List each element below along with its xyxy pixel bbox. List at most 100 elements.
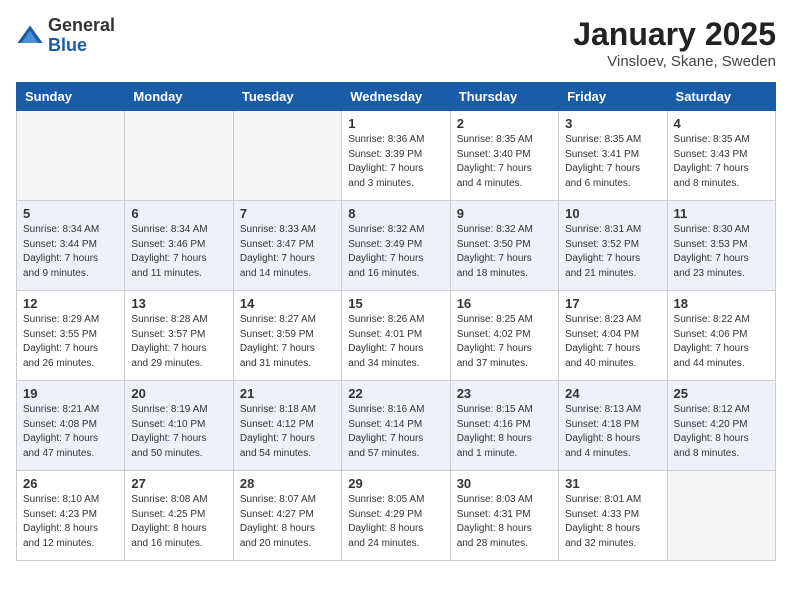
weekday-header-tuesday: Tuesday — [233, 83, 341, 111]
day-number: 20 — [131, 386, 226, 401]
page-header: General Blue January 2025 Vinsloev, Skan… — [16, 16, 776, 70]
day-info: Sunrise: 8:28 AM Sunset: 3:57 PM Dayligh… — [131, 313, 226, 371]
day-info: Sunrise: 8:26 AM Sunset: 4:01 PM Dayligh… — [348, 313, 443, 371]
day-number: 22 — [348, 386, 443, 401]
calendar-cell: 23 Sunrise: 8:15 AM Sunset: 4:16 PM Dayli… — [450, 381, 558, 471]
logo-general: General — [48, 16, 115, 36]
weekday-header-wednesday: Wednesday — [342, 83, 450, 111]
calendar-cell: 12 Sunrise: 8:29 AM Sunset: 3:55 PM Dayli… — [17, 291, 125, 381]
day-number: 17 — [565, 296, 660, 311]
week-row-5: 26Sunrise: 8:10 AM Sunset: 4:23 PM Dayli… — [17, 471, 776, 561]
day-info: Sunrise: 8:05 AM Sunset: 4:29 PM Dayligh… — [348, 493, 443, 551]
week-row-3: 12 Sunrise: 8:29 AM Sunset: 3:55 PM Dayli… — [17, 291, 776, 381]
calendar-cell: 28Sunrise: 8:07 AM Sunset: 4:27 PM Dayli… — [233, 471, 341, 561]
week-row-2: 5 Sunrise: 8:34 AM Sunset: 3:44 PM Daylig… — [17, 201, 776, 291]
month-title: January 2025 — [573, 16, 776, 53]
day-number: 9 — [457, 206, 552, 221]
calendar-cell: 4Sunrise: 8:35 AM Sunset: 3:43 PM Daylig… — [667, 111, 775, 201]
day-info: Sunrise: 8:36 AM Sunset: 3:39 PM Dayligh… — [348, 133, 443, 191]
day-info: Sunrise: 8:21 AM Sunset: 4:08 PM Dayligh… — [23, 403, 118, 461]
calendar-cell — [17, 111, 125, 201]
day-info: Sunrise: 8:19 AM Sunset: 4:10 PM Dayligh… — [131, 403, 226, 461]
calendar-cell: 3 Sunrise: 8:35 AM Sunset: 3:41 PM Daylig… — [559, 111, 667, 201]
day-number: 23 — [457, 386, 552, 401]
day-number: 18 — [674, 296, 769, 311]
calendar: SundayMondayTuesdayWednesdayThursdayFrid… — [16, 82, 776, 561]
day-number: 3 — [565, 116, 660, 131]
day-number: 13 — [131, 296, 226, 311]
calendar-cell: 20 Sunrise: 8:19 AM Sunset: 4:10 PM Dayli… — [125, 381, 233, 471]
day-number: 15 — [348, 296, 443, 311]
day-info: Sunrise: 8:03 AM Sunset: 4:31 PM Dayligh… — [457, 493, 552, 551]
calendar-cell: 26Sunrise: 8:10 AM Sunset: 4:23 PM Dayli… — [17, 471, 125, 561]
day-number: 19 — [23, 386, 118, 401]
day-number: 8 — [348, 206, 443, 221]
calendar-cell: 2Sunrise: 8:35 AM Sunset: 3:40 PM Daylig… — [450, 111, 558, 201]
day-info: Sunrise: 8:18 AM Sunset: 4:12 PM Dayligh… — [240, 403, 335, 461]
calendar-cell: 25 Sunrise: 8:12 AM Sunset: 4:20 PM Dayli… — [667, 381, 775, 471]
calendar-cell: 11 Sunrise: 8:30 AM Sunset: 3:53 PM Dayli… — [667, 201, 775, 291]
calendar-cell: 31 Sunrise: 8:01 AM Sunset: 4:33 PM Dayli… — [559, 471, 667, 561]
day-info: Sunrise: 8:32 AM Sunset: 3:50 PM Dayligh… — [457, 223, 552, 281]
day-info: Sunrise: 8:32 AM Sunset: 3:49 PM Dayligh… — [348, 223, 443, 281]
day-info: Sunrise: 8:10 AM Sunset: 4:23 PM Dayligh… — [23, 493, 118, 551]
day-number: 11 — [674, 206, 769, 221]
calendar-cell: 29 Sunrise: 8:05 AM Sunset: 4:29 PM Dayli… — [342, 471, 450, 561]
location: Vinsloev, Skane, Sweden — [573, 53, 776, 70]
day-number: 6 — [131, 206, 226, 221]
title-block: January 2025 Vinsloev, Skane, Sweden — [573, 16, 776, 70]
calendar-cell: 22Sunrise: 8:16 AM Sunset: 4:14 PM Dayli… — [342, 381, 450, 471]
calendar-cell: 13 Sunrise: 8:28 AM Sunset: 3:57 PM Dayli… — [125, 291, 233, 381]
weekday-header-saturday: Saturday — [667, 83, 775, 111]
day-number: 25 — [674, 386, 769, 401]
calendar-cell: 27 Sunrise: 8:08 AM Sunset: 4:25 PM Dayli… — [125, 471, 233, 561]
day-info: Sunrise: 8:23 AM Sunset: 4:04 PM Dayligh… — [565, 313, 660, 371]
day-number: 30 — [457, 476, 552, 491]
day-number: 21 — [240, 386, 335, 401]
day-number: 4 — [674, 116, 769, 131]
day-number: 29 — [348, 476, 443, 491]
logo-blue: Blue — [48, 36, 115, 56]
calendar-cell: 1Sunrise: 8:36 AM Sunset: 3:39 PM Daylig… — [342, 111, 450, 201]
calendar-cell: 19 Sunrise: 8:21 AM Sunset: 4:08 PM Dayli… — [17, 381, 125, 471]
day-info: Sunrise: 8:12 AM Sunset: 4:20 PM Dayligh… — [674, 403, 769, 461]
calendar-cell: 15 Sunrise: 8:26 AM Sunset: 4:01 PM Dayli… — [342, 291, 450, 381]
day-number: 12 — [23, 296, 118, 311]
day-info: Sunrise: 8:08 AM Sunset: 4:25 PM Dayligh… — [131, 493, 226, 551]
day-number: 16 — [457, 296, 552, 311]
day-number: 31 — [565, 476, 660, 491]
calendar-cell: 14Sunrise: 8:27 AM Sunset: 3:59 PM Dayli… — [233, 291, 341, 381]
day-info: Sunrise: 8:35 AM Sunset: 3:40 PM Dayligh… — [457, 133, 552, 191]
calendar-cell: 18 Sunrise: 8:22 AM Sunset: 4:06 PM Dayli… — [667, 291, 775, 381]
calendar-cell: 9 Sunrise: 8:32 AM Sunset: 3:50 PM Daylig… — [450, 201, 558, 291]
day-number: 24 — [565, 386, 660, 401]
day-info: Sunrise: 8:01 AM Sunset: 4:33 PM Dayligh… — [565, 493, 660, 551]
day-info: Sunrise: 8:31 AM Sunset: 3:52 PM Dayligh… — [565, 223, 660, 281]
calendar-cell: 6Sunrise: 8:34 AM Sunset: 3:46 PM Daylig… — [125, 201, 233, 291]
weekday-header-monday: Monday — [125, 83, 233, 111]
day-info: Sunrise: 8:29 AM Sunset: 3:55 PM Dayligh… — [23, 313, 118, 371]
day-info: Sunrise: 8:35 AM Sunset: 3:41 PM Dayligh… — [565, 133, 660, 191]
calendar-cell: 17 Sunrise: 8:23 AM Sunset: 4:04 PM Dayli… — [559, 291, 667, 381]
calendar-cell — [125, 111, 233, 201]
calendar-cell: 21 Sunrise: 8:18 AM Sunset: 4:12 PM Dayli… — [233, 381, 341, 471]
calendar-cell: 5 Sunrise: 8:34 AM Sunset: 3:44 PM Daylig… — [17, 201, 125, 291]
calendar-cell — [667, 471, 775, 561]
day-info: Sunrise: 8:33 AM Sunset: 3:47 PM Dayligh… — [240, 223, 335, 281]
calendar-cell: 8 Sunrise: 8:32 AM Sunset: 3:49 PM Daylig… — [342, 201, 450, 291]
day-number: 10 — [565, 206, 660, 221]
day-number: 5 — [23, 206, 118, 221]
day-info: Sunrise: 8:25 AM Sunset: 4:02 PM Dayligh… — [457, 313, 552, 371]
weekday-header-sunday: Sunday — [17, 83, 125, 111]
day-info: Sunrise: 8:22 AM Sunset: 4:06 PM Dayligh… — [674, 313, 769, 371]
day-info: Sunrise: 8:15 AM Sunset: 4:16 PM Dayligh… — [457, 403, 552, 461]
day-number: 27 — [131, 476, 226, 491]
day-info: Sunrise: 8:30 AM Sunset: 3:53 PM Dayligh… — [674, 223, 769, 281]
week-row-1: 1Sunrise: 8:36 AM Sunset: 3:39 PM Daylig… — [17, 111, 776, 201]
day-number: 28 — [240, 476, 335, 491]
calendar-cell: 30 Sunrise: 8:03 AM Sunset: 4:31 PM Dayli… — [450, 471, 558, 561]
day-number: 14 — [240, 296, 335, 311]
weekday-header-friday: Friday — [559, 83, 667, 111]
day-info: Sunrise: 8:34 AM Sunset: 3:44 PM Dayligh… — [23, 223, 118, 281]
calendar-cell: 10 Sunrise: 8:31 AM Sunset: 3:52 PM Dayli… — [559, 201, 667, 291]
